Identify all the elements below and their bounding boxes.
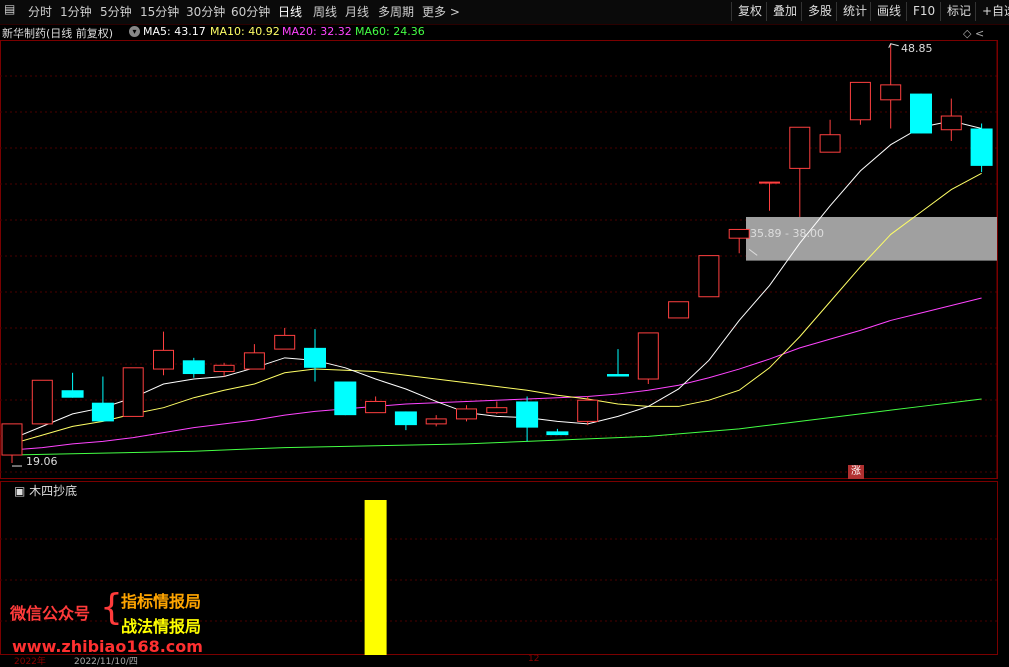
diamond-icon[interactable]: ◇ < [963, 27, 984, 40]
toolbar-button-4[interactable]: 画线 [870, 2, 907, 21]
candle-body [456, 408, 477, 420]
candle-body [31, 379, 53, 425]
period-toolbar: 分时 1分钟 5分钟 15分钟 30分钟 60分钟 日线 周线 月线 多周期 更多 > 复权 叠加 多股统… [0, 0, 1009, 25]
menu-icon[interactable]: ▤ [4, 2, 15, 16]
toolbar-button-7[interactable]: +自选 [975, 2, 1009, 21]
toolbar-button-5[interactable]: F10 [906, 2, 941, 21]
candle-body [153, 349, 174, 370]
candle-body [759, 181, 780, 184]
period-tab-1[interactable]: 1分钟 [60, 3, 92, 20]
candle-body [728, 228, 750, 239]
period-tab-3[interactable]: 15分钟 [140, 3, 179, 20]
candle-body [516, 401, 539, 428]
candle-body [394, 411, 417, 426]
candle-body [274, 334, 296, 350]
candle-body [849, 81, 871, 121]
rise-badge: 涨 [848, 465, 864, 479]
brand-label-2: 战法情报局 [121, 617, 202, 636]
signal-bar [364, 500, 387, 655]
brand-label-1: 指标情报局 [121, 592, 202, 611]
period-tab-8[interactable]: 月线 [345, 3, 369, 20]
ma10-value: MA10: 40.92 [210, 25, 280, 38]
candle-body [334, 381, 357, 416]
period-tab-5[interactable]: 60分钟 [231, 3, 270, 20]
period-tab-2[interactable]: 5分钟 [100, 3, 132, 20]
candle-body [546, 431, 569, 436]
candle-body [698, 255, 720, 298]
toolbar-button-2[interactable]: 多股 [801, 2, 838, 21]
candle-body [61, 390, 84, 398]
wechat-label: 微信公众号 [10, 604, 91, 623]
zone-label: 35.89 - 38.00 [750, 227, 824, 240]
candle-body [365, 400, 387, 414]
candle-body [425, 418, 447, 425]
candle-body [182, 360, 205, 375]
candle-body [1, 423, 23, 456]
axis-date: 2022/11/10/四 [74, 657, 138, 667]
stock-title: 新华制药(日线 前复权) [2, 27, 114, 40]
period-tab-4[interactable]: 30分钟 [186, 3, 225, 20]
ma20-value: MA20: 32.32 [282, 25, 352, 38]
candle-body [789, 126, 811, 169]
period-tab-6[interactable]: 日线 [278, 3, 302, 20]
axis-mark: 12 [528, 654, 540, 664]
period-tab-10[interactable]: 更多 > [422, 3, 460, 20]
candle-body [577, 399, 599, 422]
candlestick-chart [0, 40, 998, 479]
candle-body [819, 134, 841, 153]
period-tab-7[interactable]: 周线 [313, 3, 337, 20]
toolbar-button-1[interactable]: 叠加 [766, 2, 803, 21]
toolbar-button-6[interactable]: 标记 [940, 2, 977, 21]
brace-icon: { [100, 587, 123, 628]
candle-body [607, 374, 629, 377]
candle-body [880, 84, 902, 101]
candle-body [486, 407, 508, 414]
candle-body [637, 332, 659, 380]
ma60-value: MA60: 24.36 [355, 25, 425, 38]
period-tab-9[interactable]: 多周期 [378, 3, 414, 20]
date-axis: 2022年 2022/11/10/四 12 [0, 654, 1009, 667]
ma20-line [11, 297, 982, 451]
period-tab-0[interactable]: 分时 [28, 3, 52, 20]
high-marker-label: 48.85 [901, 42, 933, 55]
ma-info-bar: 新华制药(日线 前复权) MA5: 43.17 MA10: 40.92 MA20… [0, 24, 960, 40]
axis-year: 2022年 [14, 657, 46, 667]
candle-body [91, 402, 114, 422]
candle-body [940, 115, 962, 131]
candle-body [668, 301, 690, 319]
candle-body [213, 364, 235, 373]
candle-body [304, 347, 326, 368]
toolbar-button-3[interactable]: 统计 [836, 2, 873, 21]
candle-body [122, 367, 144, 417]
candle-body [243, 352, 265, 370]
low-marker-label: 19.06 [26, 455, 58, 468]
chevron-down-icon[interactable]: ▾ [129, 26, 140, 37]
ma5-line [11, 120, 982, 440]
candle-body [970, 128, 993, 166]
ma5-value: MA5: 43.17 [143, 25, 206, 38]
toolbar-button-0[interactable]: 复权 [731, 2, 768, 21]
candle-body [910, 93, 932, 134]
